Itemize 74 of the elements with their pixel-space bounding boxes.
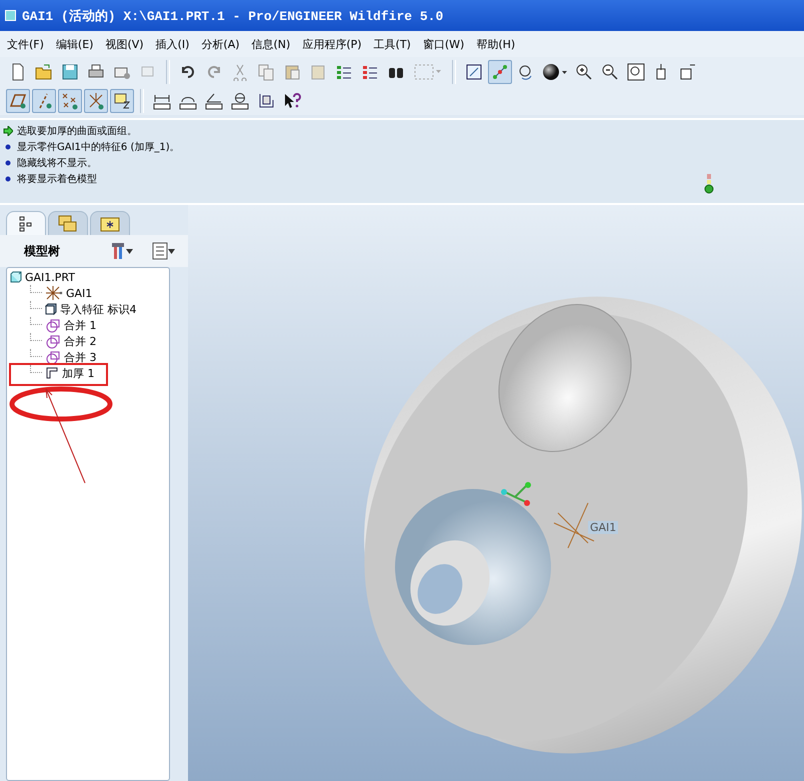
message-text: 将要显示着色模型 xyxy=(17,172,97,186)
zoom-out-icon xyxy=(601,62,619,80)
window-title: GAI1 (活动的) X:\GAI1.PRT.1 - Pro/ENGINEER Wildfire 5.0 xyxy=(22,8,444,24)
navigator-tab[interactable] xyxy=(6,211,46,235)
menu-item[interactable]: 帮助(H) xyxy=(471,36,522,52)
menu-item[interactable]: 分析(A) xyxy=(196,36,247,52)
panel-title: 模型树 xyxy=(24,242,61,260)
diameter-ruler-icon xyxy=(231,92,249,110)
refit-icon xyxy=(627,62,645,80)
tree-item[interactable]: 合并 2 xyxy=(64,334,96,348)
angle-ruler-icon xyxy=(205,92,223,110)
datum-axis-button[interactable] xyxy=(32,88,56,112)
caret-icon xyxy=(126,248,132,254)
spin-center-icon xyxy=(491,62,509,80)
list-icon xyxy=(152,242,168,260)
paste-icon xyxy=(283,62,301,80)
area-ruler-icon xyxy=(257,92,275,110)
menu-item[interactable]: 工具(T) xyxy=(368,36,418,52)
zoom-in-icon xyxy=(575,62,593,80)
message-text: 隐藏线将不显示。 xyxy=(17,156,97,170)
tree-item[interactable]: GAI1 xyxy=(66,286,92,300)
caret-icon xyxy=(168,248,174,254)
bullet-icon xyxy=(3,142,13,152)
sphere-icon xyxy=(542,62,568,80)
tools-icon xyxy=(110,242,126,260)
repaint-icon xyxy=(465,62,483,80)
tree-item[interactable]: 导入特征 标识4 xyxy=(60,302,136,316)
saved-views-icon xyxy=(679,62,697,80)
coordinate-system-icon xyxy=(87,92,105,110)
arrow-icon xyxy=(3,126,13,136)
merged-surface-icon xyxy=(45,334,61,348)
merged-surface-icon xyxy=(45,350,61,364)
paste-special-icon xyxy=(309,62,327,80)
part-icon xyxy=(10,271,22,283)
annotation-display-icon xyxy=(113,92,131,110)
datum-point-button[interactable] xyxy=(58,88,82,112)
tree-item[interactable]: 合并 1 xyxy=(64,318,96,332)
printer-icon xyxy=(87,62,105,80)
menu-item[interactable]: 窗口(W) xyxy=(418,36,472,52)
datum-plane-icon xyxy=(9,92,27,110)
tree-item[interactable]: 合并 3 xyxy=(64,350,96,364)
bullet-icon xyxy=(3,174,13,184)
save-icon xyxy=(61,62,79,80)
app-icon xyxy=(5,10,16,21)
menu-item[interactable]: 文件(F) xyxy=(2,36,51,52)
datum-point-icon xyxy=(61,92,79,110)
message-text: 选取要加厚的曲面或面组。 xyxy=(17,124,137,138)
open-folder-icon xyxy=(35,62,53,80)
tree-item[interactable]: 加厚 1 xyxy=(62,366,94,380)
tree-item[interactable]: GAI1.PRT xyxy=(25,270,75,284)
folders-icon xyxy=(58,214,78,232)
bullet-icon xyxy=(3,158,13,168)
spin-center-button[interactable] xyxy=(488,60,512,84)
tree-icon xyxy=(19,216,33,232)
datum-plane-button[interactable] xyxy=(6,88,30,112)
message-text: 显示零件GAI1中的特征6 (加厚_1)。 xyxy=(17,140,180,154)
menu-item[interactable]: 编辑(E) xyxy=(50,36,100,52)
menu-item[interactable]: 信息(N) xyxy=(246,36,298,52)
dashed-box-icon xyxy=(413,62,443,82)
menu-item[interactable]: 插入(I) xyxy=(150,36,196,52)
traffic-light-icon xyxy=(704,173,714,195)
thicken-feature-icon xyxy=(45,366,59,380)
coordinate-system-icon xyxy=(45,286,63,300)
solid-block-icon xyxy=(45,303,57,315)
scissors-icon xyxy=(231,62,249,80)
star-folder-icon xyxy=(100,216,120,232)
menu-item[interactable]: 视图(V) xyxy=(100,36,151,52)
help-pointer-icon xyxy=(283,92,301,110)
menu-item[interactable]: 应用程序(P) xyxy=(297,36,369,52)
annotation-display-button[interactable] xyxy=(110,88,134,112)
merged-surface-icon xyxy=(45,318,61,332)
coordinate-system-label: GAI1 xyxy=(588,521,618,534)
copy-icon xyxy=(257,62,275,80)
coordinate-system-button[interactable] xyxy=(84,88,108,112)
